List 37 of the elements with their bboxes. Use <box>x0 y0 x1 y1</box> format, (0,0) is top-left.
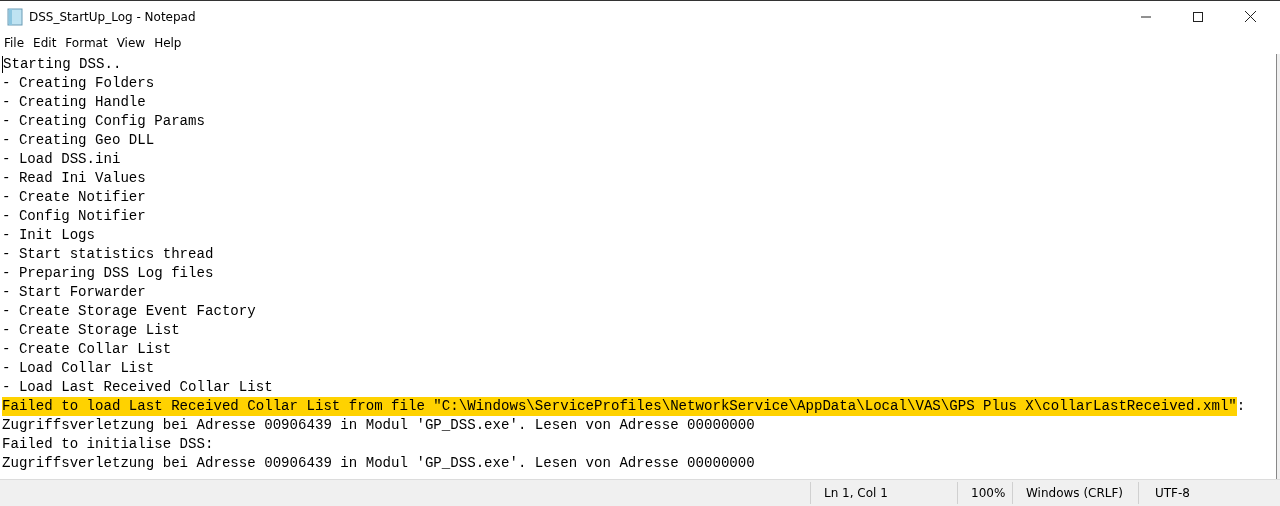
text-line: - Create Notifier <box>2 188 146 207</box>
menu-item[interactable]: File <box>0 36 29 50</box>
text-line: - Start Forwarder <box>2 283 146 302</box>
selected-text: Failed to load Last Received Collar List from file "C:\Windows\ServiceProfiles\NetworkService\AppData\Local\VAS\GPS Plus X\collarLastReceived.xml" <box>2 397 1237 416</box>
text-line: - Creating Handle <box>2 93 146 112</box>
text-line: - Creating Config Params <box>2 112 205 131</box>
menu-item[interactable]: Edit <box>29 36 61 50</box>
zoom-level: 100% <box>957 482 1012 504</box>
text-line: Zugriffsverletzung bei Adresse 00906439 in Modul 'GP_DSS.exe'. Lesen von Adresse 00000000 <box>2 454 755 473</box>
text-line: - Init Logs <box>2 226 96 245</box>
text-line: - Create Storage Event Factory <box>2 302 256 321</box>
text-line: Failed to initialise DSS: <box>2 435 214 454</box>
notepad-icon <box>7 7 23 26</box>
line-ending: Windows (CRLF) <box>1012 482 1138 504</box>
text-line: - Load DSS.ini <box>2 150 121 169</box>
text-line: : <box>1236 397 1246 416</box>
text-line: - Read Ini Values <box>2 169 146 188</box>
close-icon <box>1244 11 1256 22</box>
text-line: - Creating Folders <box>2 74 155 93</box>
text-line: - Config Notifier <box>2 207 146 226</box>
text-line: - Creating Geo DLL <box>2 131 155 150</box>
text-line: - Create Storage List <box>2 321 180 340</box>
menu-item[interactable]: Help <box>150 36 186 50</box>
text-line: - Start statistics thread <box>2 245 214 264</box>
text-line: - Load Collar List <box>2 359 155 378</box>
maximize-icon <box>1193 11 1203 22</box>
text-line: - Create Collar List <box>2 340 172 359</box>
encoding: UTF-8 <box>1138 482 1280 504</box>
text-line: Starting DSS.. <box>3 55 122 74</box>
window-title: DSS_StartUp_Log - Notepad <box>29 9 196 24</box>
text-line: - Load Last Received Collar List <box>2 378 273 397</box>
menu-item[interactable]: View <box>112 36 150 50</box>
menu-item[interactable]: Format <box>61 36 112 50</box>
text-line: - Preparing DSS Log files <box>2 264 214 283</box>
text-line: Zugriffsverletzung bei Adresse 00906439 in Modul 'GP_DSS.exe'. Lesen von Adresse 00000000 <box>2 416 755 435</box>
cursor-position: Ln 1, Col 1 <box>810 482 957 504</box>
text-cursor <box>2 56 3 73</box>
